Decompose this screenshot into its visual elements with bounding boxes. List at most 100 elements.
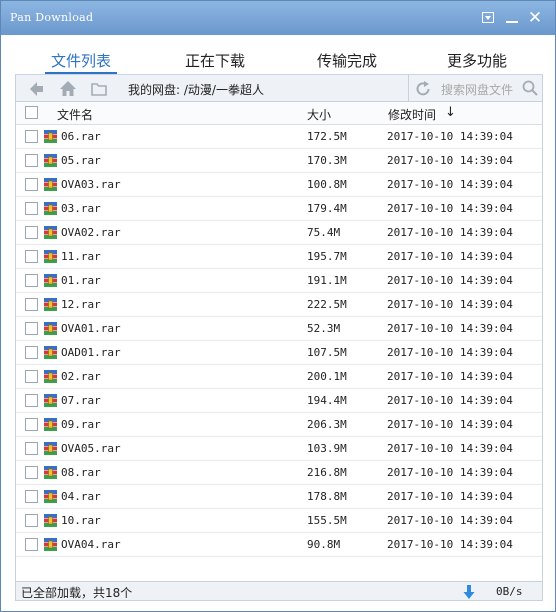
table-row[interactable]: OVA02.rar 75.4M 2017-10-10 14:39:04 bbox=[15, 221, 543, 245]
row-checkbox[interactable] bbox=[25, 274, 38, 287]
row-checkbox[interactable] bbox=[25, 418, 38, 431]
row-checkbox[interactable] bbox=[25, 538, 38, 551]
table-row[interactable]: 02.rar 200.1M 2017-10-10 14:39:04 bbox=[15, 365, 543, 389]
table-row[interactable]: 09.rar 206.3M 2017-10-10 14:39:04 bbox=[15, 413, 543, 437]
table-row[interactable]: 01.rar 191.1M 2017-10-10 14:39:04 bbox=[15, 269, 543, 293]
menu-dropdown-icon[interactable] bbox=[479, 9, 497, 27]
file-size: 222.5M bbox=[307, 298, 347, 311]
table-row[interactable]: OVA01.rar 52.3M 2017-10-10 14:39:04 bbox=[15, 317, 543, 341]
file-name[interactable]: 10.rar bbox=[61, 514, 101, 527]
row-checkbox[interactable] bbox=[25, 490, 38, 503]
file-name[interactable]: 03.rar bbox=[61, 202, 101, 215]
rar-file-icon bbox=[44, 346, 57, 359]
file-name[interactable]: 05.rar bbox=[61, 154, 101, 167]
file-size: 107.5M bbox=[307, 346, 347, 359]
table-row[interactable]: OAD01.rar 107.5M 2017-10-10 14:39:04 bbox=[15, 341, 543, 365]
file-name[interactable]: 11.rar bbox=[61, 250, 101, 263]
row-checkbox[interactable] bbox=[25, 394, 38, 407]
tab-file-list[interactable]: 文件列表 bbox=[45, 50, 117, 72]
file-modified: 2017-10-10 14:39:04 bbox=[387, 202, 513, 215]
tab-downloading[interactable]: 正在下载 bbox=[169, 50, 261, 72]
file-name[interactable]: 09.rar bbox=[61, 418, 101, 431]
current-path: 我的网盘: /动漫/一拳超人 bbox=[128, 83, 264, 97]
file-name[interactable]: 08.rar bbox=[61, 466, 101, 479]
list-header: 文件名 大小 修改时间 ↓ bbox=[15, 102, 543, 125]
row-checkbox[interactable] bbox=[25, 442, 38, 455]
minimize-icon[interactable] bbox=[503, 9, 521, 27]
folder-icon[interactable] bbox=[89, 79, 109, 99]
file-name[interactable]: OVA05.rar bbox=[61, 442, 121, 455]
file-name[interactable]: 01.rar bbox=[61, 274, 101, 287]
row-checkbox[interactable] bbox=[25, 154, 38, 167]
file-name[interactable]: OVA03.rar bbox=[61, 178, 121, 191]
refresh-icon[interactable] bbox=[413, 79, 433, 99]
file-modified: 2017-10-10 14:39:04 bbox=[387, 514, 513, 527]
rar-file-icon bbox=[44, 442, 57, 455]
row-checkbox[interactable] bbox=[25, 130, 38, 143]
row-checkbox[interactable] bbox=[25, 298, 38, 311]
file-size: 170.3M bbox=[307, 154, 347, 167]
file-name[interactable]: OVA04.rar bbox=[61, 538, 121, 551]
row-checkbox[interactable] bbox=[25, 202, 38, 215]
file-name[interactable]: 06.rar bbox=[61, 130, 101, 143]
file-name[interactable]: 04.rar bbox=[61, 490, 101, 503]
file-modified: 2017-10-10 14:39:04 bbox=[387, 130, 513, 143]
file-name[interactable]: 02.rar bbox=[61, 370, 101, 383]
search-icon[interactable] bbox=[521, 79, 539, 97]
status-bar: 已全部加载，共18个 0B/s bbox=[15, 581, 543, 601]
row-checkbox[interactable] bbox=[25, 226, 38, 239]
rar-file-icon bbox=[44, 370, 57, 383]
rar-file-icon bbox=[44, 178, 57, 191]
close-icon[interactable]: ✕ bbox=[526, 9, 544, 27]
row-checkbox[interactable] bbox=[25, 346, 38, 359]
column-name-header[interactable]: 文件名 bbox=[57, 106, 93, 123]
file-size: 206.3M bbox=[307, 418, 347, 431]
app-window: Pan Download ✕ 文件列表 正在下载 传输完成 更多功能 我的网盘:… bbox=[0, 0, 556, 612]
table-row[interactable]: 06.rar 172.5M 2017-10-10 14:39:04 bbox=[15, 125, 543, 149]
tab-more-features[interactable]: 更多功能 bbox=[431, 50, 523, 72]
tab-completed[interactable]: 传输完成 bbox=[301, 50, 393, 72]
table-row[interactable]: 03.rar 179.4M 2017-10-10 14:39:04 bbox=[15, 197, 543, 221]
search-input[interactable]: 搜索网盘文件 bbox=[441, 81, 513, 98]
row-checkbox[interactable] bbox=[25, 322, 38, 335]
title-bar[interactable]: Pan Download ✕ bbox=[1, 1, 555, 35]
row-checkbox[interactable] bbox=[25, 514, 38, 527]
column-modified-header[interactable]: 修改时间 bbox=[388, 106, 436, 123]
file-name[interactable]: OVA01.rar bbox=[61, 322, 121, 335]
file-modified: 2017-10-10 14:39:04 bbox=[387, 538, 513, 551]
file-size: 90.8M bbox=[307, 538, 341, 551]
table-row[interactable]: OVA03.rar 100.8M 2017-10-10 14:39:04 bbox=[15, 173, 543, 197]
table-row[interactable]: OVA05.rar 103.9M 2017-10-10 14:39:04 bbox=[15, 437, 543, 461]
row-checkbox[interactable] bbox=[25, 178, 38, 191]
file-size: 191.1M bbox=[307, 274, 347, 287]
table-row[interactable]: 07.rar 194.4M 2017-10-10 14:39:04 bbox=[15, 389, 543, 413]
file-name[interactable]: 12.rar bbox=[61, 298, 101, 311]
file-modified: 2017-10-10 14:39:04 bbox=[387, 250, 513, 263]
file-modified: 2017-10-10 14:39:04 bbox=[387, 346, 513, 359]
file-size: 179.4M bbox=[307, 202, 347, 215]
back-arrow-icon[interactable] bbox=[26, 79, 46, 99]
table-row[interactable]: 11.rar 195.7M 2017-10-10 14:39:04 bbox=[15, 245, 543, 269]
table-row[interactable]: 08.rar 216.8M 2017-10-10 14:39:04 bbox=[15, 461, 543, 485]
rar-file-icon bbox=[44, 538, 57, 551]
row-checkbox[interactable] bbox=[25, 370, 38, 383]
table-row[interactable]: 12.rar 222.5M 2017-10-10 14:39:04 bbox=[15, 293, 543, 317]
download-speed: 0B/s bbox=[496, 585, 523, 598]
home-icon[interactable] bbox=[58, 79, 78, 99]
row-checkbox[interactable] bbox=[25, 250, 38, 263]
tab-bar: 文件列表 正在下载 传输完成 更多功能 bbox=[1, 35, 555, 75]
file-name[interactable]: OAD01.rar bbox=[61, 346, 121, 359]
table-row[interactable]: 10.rar 155.5M 2017-10-10 14:39:04 bbox=[15, 509, 543, 533]
file-name[interactable]: OVA02.rar bbox=[61, 226, 121, 239]
file-modified: 2017-10-10 14:39:04 bbox=[387, 178, 513, 191]
toolbar: 我的网盘: /动漫/一拳超人 搜索网盘文件 bbox=[15, 75, 543, 102]
table-row[interactable]: 05.rar 170.3M 2017-10-10 14:39:04 bbox=[15, 149, 543, 173]
column-size-header[interactable]: 大小 bbox=[307, 106, 331, 123]
rar-file-icon bbox=[44, 274, 57, 287]
row-checkbox[interactable] bbox=[25, 466, 38, 479]
select-all-checkbox[interactable] bbox=[25, 106, 38, 119]
file-modified: 2017-10-10 14:39:04 bbox=[387, 322, 513, 335]
file-name[interactable]: 07.rar bbox=[61, 394, 101, 407]
table-row[interactable]: 04.rar 178.8M 2017-10-10 14:39:04 bbox=[15, 485, 543, 509]
table-row[interactable]: OVA04.rar 90.8M 2017-10-10 14:39:04 bbox=[15, 533, 543, 557]
